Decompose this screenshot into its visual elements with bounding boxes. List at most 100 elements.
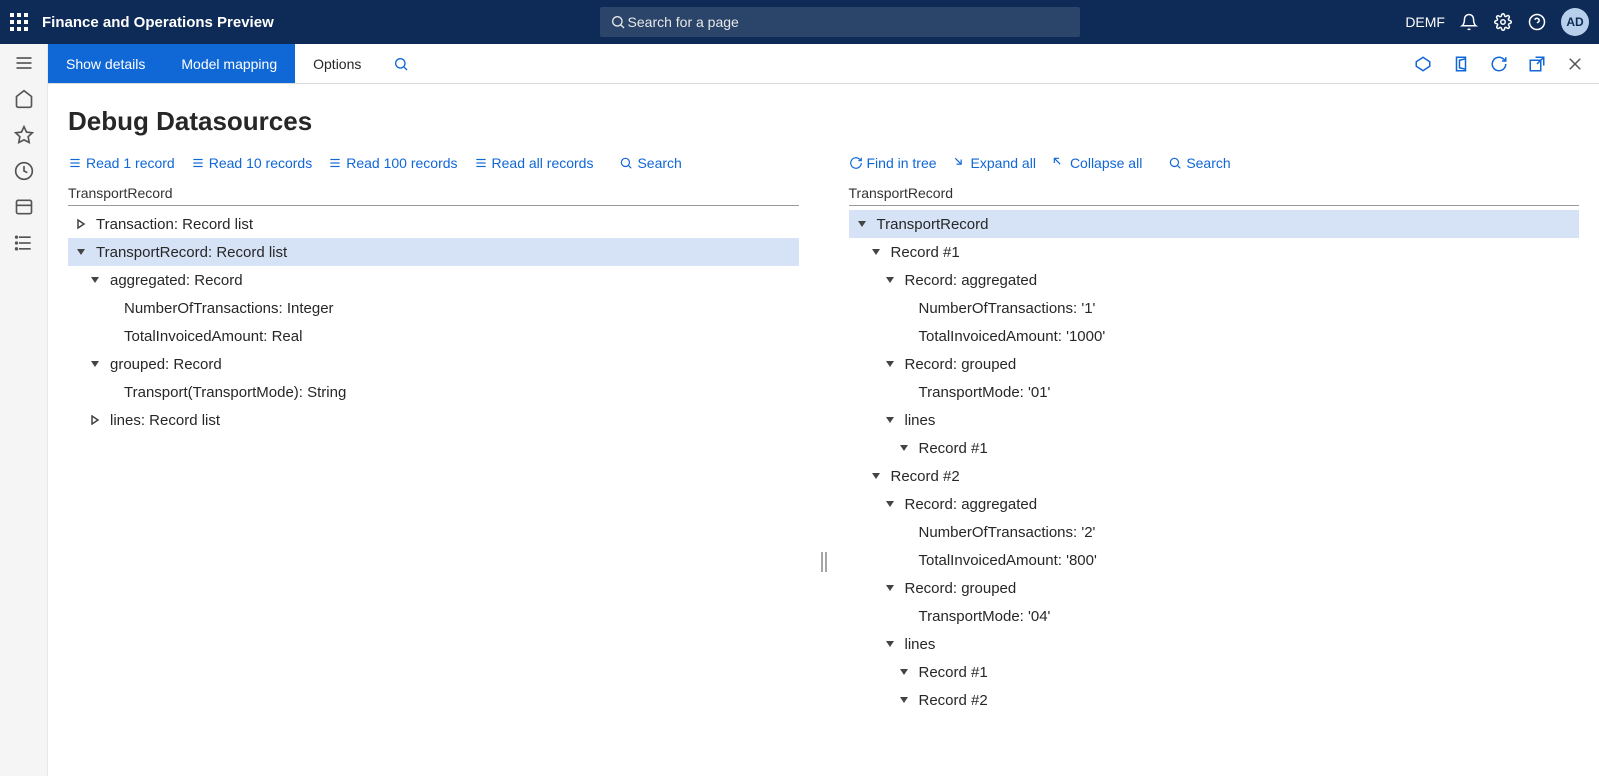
tree-row[interactable]: Record #1 <box>849 238 1580 266</box>
tree-row[interactable]: TotalInvoicedAmount: '1000' <box>849 322 1580 350</box>
chevron-right-icon[interactable] <box>74 217 88 231</box>
hamburger-icon[interactable] <box>13 52 35 74</box>
expand-icon <box>953 156 967 170</box>
left-search[interactable]: Search <box>619 155 681 171</box>
company-code[interactable]: DEMF <box>1405 14 1445 30</box>
chevron-down-icon[interactable] <box>897 665 911 679</box>
tree-row[interactable]: grouped: Record <box>68 350 799 378</box>
chevron-down-icon[interactable] <box>883 413 897 427</box>
home-icon[interactable] <box>13 88 35 110</box>
tree-row[interactable]: TransportMode: '04' <box>849 602 1580 630</box>
chevron-down-icon[interactable] <box>88 273 102 287</box>
global-search-input[interactable] <box>626 13 1070 31</box>
popout-icon[interactable] <box>1527 54 1547 74</box>
right-search[interactable]: Search <box>1168 155 1230 171</box>
tree-row-label: grouped: Record <box>110 356 222 373</box>
help-icon[interactable] <box>1527 12 1547 32</box>
tree-row-label: Record: aggregated <box>905 496 1038 513</box>
tree-row[interactable]: lines <box>849 630 1580 658</box>
actionbar-search-icon[interactable] <box>379 44 423 83</box>
tree-row[interactable]: lines <box>849 406 1580 434</box>
chevron-down-icon[interactable] <box>855 217 869 231</box>
app-launcher-icon[interactable] <box>10 13 28 31</box>
splitter-handle[interactable] <box>819 355 829 769</box>
tree-row[interactable]: TransportRecord: Record list <box>68 238 799 266</box>
top-bar: Finance and Operations Preview DEMF AD <box>0 0 1599 44</box>
right-toolbar: Find in tree Expand all Collapse all Sea… <box>849 155 1580 185</box>
tree-row[interactable]: Record: grouped <box>849 574 1580 602</box>
expand-all-label: Expand all <box>971 155 1036 171</box>
tree-row[interactable]: Record: aggregated <box>849 490 1580 518</box>
tree-row[interactable]: Record #2 <box>849 686 1580 714</box>
chevron-down-icon[interactable] <box>883 581 897 595</box>
find-in-tree[interactable]: Find in tree <box>849 155 937 171</box>
list-icon <box>191 156 205 170</box>
tree-row[interactable]: NumberOfTransactions: '2' <box>849 518 1580 546</box>
office-icon[interactable] <box>1451 54 1471 74</box>
tree-row[interactable]: Record #1 <box>849 434 1580 462</box>
collapse-all-label: Collapse all <box>1070 155 1142 171</box>
chevron-down-icon[interactable] <box>883 273 897 287</box>
gear-icon[interactable] <box>1493 12 1513 32</box>
chevron-down-icon[interactable] <box>883 357 897 371</box>
avatar[interactable]: AD <box>1561 8 1589 36</box>
tree-row[interactable]: lines: Record list <box>68 406 799 434</box>
tree-row[interactable]: Record: grouped <box>849 350 1580 378</box>
read-10-label: Read 10 records <box>209 155 313 171</box>
read-all-records[interactable]: Read all records <box>474 155 594 171</box>
chevron-down-icon[interactable] <box>883 497 897 511</box>
read-100-label: Read 100 records <box>346 155 457 171</box>
tree-row[interactable]: Record: aggregated <box>849 266 1580 294</box>
chevron-down-icon[interactable] <box>897 441 911 455</box>
tree-row[interactable]: NumberOfTransactions: Integer <box>68 294 799 322</box>
read-1-record[interactable]: Read 1 record <box>68 155 175 171</box>
left-tree[interactable]: Transaction: Record list TransportRecord:… <box>68 210 799 434</box>
modules-icon[interactable] <box>13 232 35 254</box>
tree-row[interactable]: Transaction: Record list <box>68 210 799 238</box>
right-tree[interactable]: TransportRecordRecord #1Record: aggregat… <box>849 210 1580 714</box>
global-search[interactable] <box>600 7 1080 37</box>
chevron-right-icon[interactable] <box>88 413 102 427</box>
attachments-icon[interactable] <box>1413 54 1433 74</box>
tree-row[interactable]: aggregated: Record <box>68 266 799 294</box>
collapse-icon <box>1052 156 1066 170</box>
right-search-label: Search <box>1186 155 1230 171</box>
tree-row[interactable]: Record #2 <box>849 462 1580 490</box>
read-10-records[interactable]: Read 10 records <box>191 155 313 171</box>
tree-row-label: lines <box>905 636 936 653</box>
tab-options[interactable]: Options <box>295 44 379 83</box>
tree-row-label: Transaction: Record list <box>96 216 253 233</box>
close-icon[interactable] <box>1565 54 1585 74</box>
chevron-down-icon[interactable] <box>74 245 88 259</box>
tree-row[interactable]: TotalInvoicedAmount: '800' <box>849 546 1580 574</box>
right-panel-label: TransportRecord <box>849 185 1580 205</box>
recent-icon[interactable] <box>13 160 35 182</box>
tree-row-label: TotalInvoicedAmount: Real <box>124 328 302 345</box>
chevron-down-icon[interactable] <box>883 637 897 651</box>
star-icon[interactable] <box>13 124 35 146</box>
tree-row-label: lines <box>905 412 936 429</box>
left-toolbar: Read 1 record Read 10 records Read 100 r… <box>68 155 799 185</box>
read-100-records[interactable]: Read 100 records <box>328 155 457 171</box>
expand-all[interactable]: Expand all <box>953 155 1036 171</box>
tree-row[interactable]: TransportRecord <box>849 210 1580 238</box>
chevron-down-icon[interactable] <box>897 693 911 707</box>
tree-row[interactable]: Transport(TransportMode): String <box>68 378 799 406</box>
tree-row[interactable]: NumberOfTransactions: '1' <box>849 294 1580 322</box>
chevron-down-icon[interactable] <box>869 245 883 259</box>
topbar-right: DEMF AD <box>1405 8 1589 36</box>
tree-row[interactable]: TotalInvoicedAmount: Real <box>68 322 799 350</box>
tab-model-mapping[interactable]: Model mapping <box>163 44 295 83</box>
workspaces-icon[interactable] <box>13 196 35 218</box>
search-icon <box>619 156 633 170</box>
collapse-all[interactable]: Collapse all <box>1052 155 1142 171</box>
refresh-icon[interactable] <box>1489 54 1509 74</box>
left-panel-label: TransportRecord <box>68 185 799 205</box>
tree-row[interactable]: TransportMode: '01' <box>849 378 1580 406</box>
chevron-down-icon[interactable] <box>88 357 102 371</box>
tab-show-details[interactable]: Show details <box>48 44 163 83</box>
notifications-icon[interactable] <box>1459 12 1479 32</box>
tree-row[interactable]: Record #1 <box>849 658 1580 686</box>
tree-row-label: TransportMode: '04' <box>919 608 1051 625</box>
chevron-down-icon[interactable] <box>869 469 883 483</box>
